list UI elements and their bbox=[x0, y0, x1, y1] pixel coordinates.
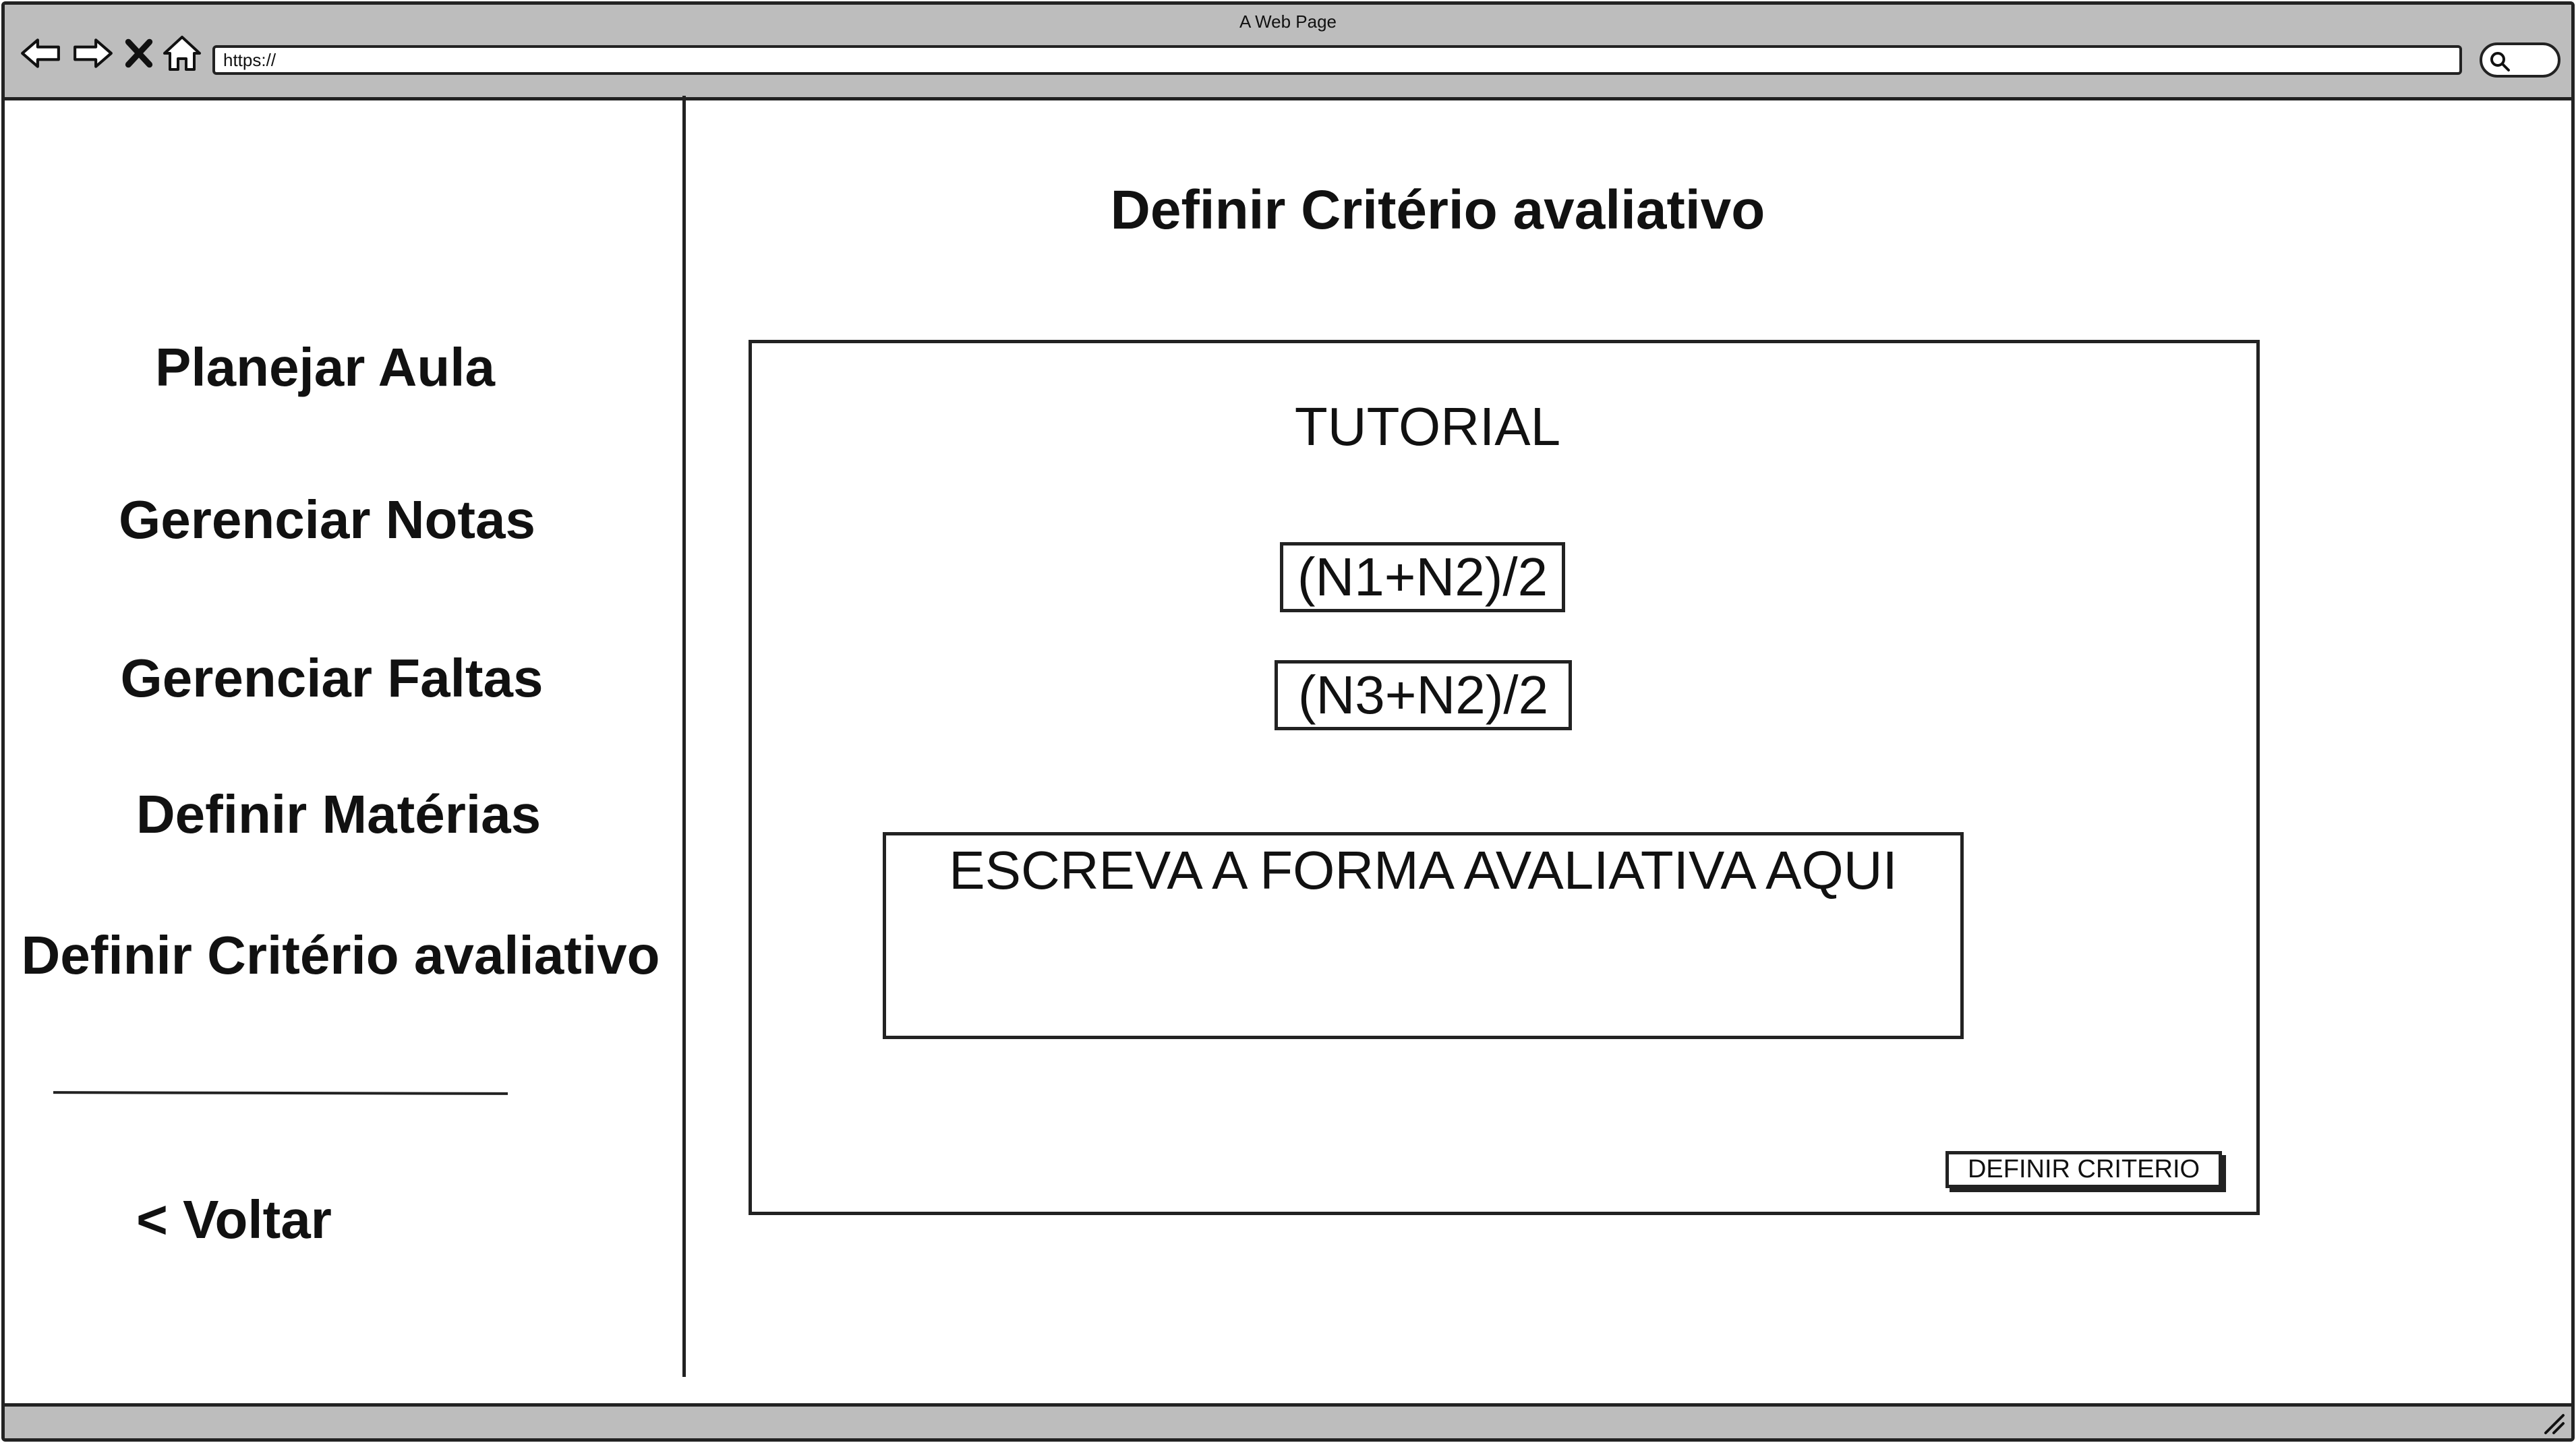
url-bar[interactable]: https:// bbox=[212, 45, 2462, 75]
sidebar-separator bbox=[53, 1091, 508, 1095]
back-link[interactable]: < Voltar bbox=[136, 1189, 332, 1251]
sidebar-item-definir-materias[interactable]: Definir Matérias bbox=[136, 784, 541, 846]
browser-window: A Web Page https:// Planejar Aula Gerenc… bbox=[1, 1, 2575, 1442]
browser-search-button[interactable] bbox=[2480, 42, 2560, 78]
search-icon bbox=[2490, 52, 2510, 71]
resize-grip-icon[interactable] bbox=[2539, 1409, 2566, 1436]
formula-example[interactable]: (N1+N2)/2 bbox=[1280, 542, 1565, 612]
sidebar-item-gerenciar-faltas[interactable]: Gerenciar Faltas bbox=[121, 647, 544, 709]
sidebar-item-gerenciar-notas[interactable]: Gerenciar Notas bbox=[119, 489, 535, 551]
formula-example[interactable]: (N3+N2)/2 bbox=[1275, 660, 1572, 730]
criteria-text-area[interactable]: ESCREVA A FORMA AVALIATIVA AQUI bbox=[883, 832, 1964, 1039]
sidebar-item-planejar-aula[interactable]: Planejar Aula bbox=[155, 336, 495, 399]
define-criteria-button[interactable]: DEFINIR CRITERIO bbox=[1945, 1151, 2222, 1188]
close-icon[interactable] bbox=[123, 34, 154, 72]
criteria-card bbox=[749, 340, 2260, 1215]
forward-arrow-icon[interactable] bbox=[72, 34, 114, 72]
status-bar bbox=[5, 1403, 2571, 1438]
page-title: Definir Critério avaliativo bbox=[1110, 179, 1765, 241]
back-arrow-icon[interactable] bbox=[20, 34, 61, 72]
browser-chrome: A Web Page https:// bbox=[5, 5, 2571, 100]
window-title: A Web Page bbox=[1239, 11, 1337, 32]
home-icon[interactable] bbox=[161, 34, 203, 72]
sidebar-divider bbox=[682, 96, 686, 1377]
sidebar-item-definir-criterio[interactable]: Definir Critério avaliativo bbox=[22, 924, 660, 986]
tutorial-heading: TUTORIAL bbox=[1294, 396, 1561, 457]
